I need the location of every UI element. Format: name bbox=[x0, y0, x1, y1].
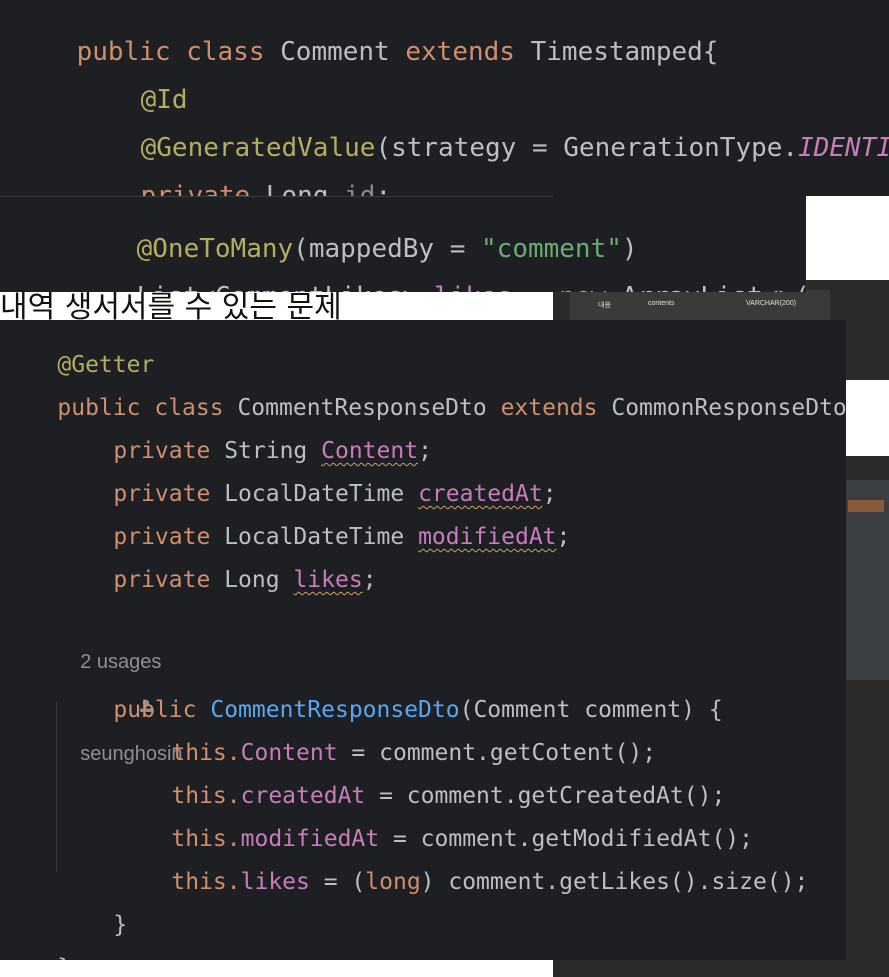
code-text: } bbox=[57, 955, 71, 960]
code-text: (strategy = GenerationType. bbox=[375, 133, 799, 163]
keyword: private bbox=[140, 181, 251, 196]
code-line: private Long id; bbox=[78, 151, 391, 196]
background-panel-strip bbox=[846, 480, 889, 680]
divider bbox=[0, 196, 553, 197]
table-cell: contents bbox=[648, 300, 675, 307]
parent-class: Timestamped{ bbox=[530, 37, 719, 67]
keyword: private bbox=[113, 567, 211, 593]
keyword: extends bbox=[405, 37, 515, 67]
indent-guide bbox=[56, 702, 57, 872]
code-snippet-middle: @OneToMany(mappedBy = "comment") List<Co… bbox=[0, 196, 806, 292]
code-text: ) comment.getLikes().size(); bbox=[420, 869, 809, 895]
field-name: likes bbox=[434, 282, 512, 292]
enum-constant: IDENTITY bbox=[798, 133, 889, 163]
table-cell: 내용 bbox=[598, 302, 611, 309]
background-highlight bbox=[848, 500, 884, 512]
code-text: = bbox=[512, 282, 559, 292]
code-text: ; bbox=[375, 181, 392, 196]
table-cell: VARCHAR(200) bbox=[746, 300, 797, 307]
background-white-area bbox=[846, 380, 889, 456]
code-text: ; bbox=[362, 567, 377, 593]
field-name: modifiedAt bbox=[418, 524, 557, 550]
keyword: new bbox=[559, 282, 606, 292]
code-snippet-top: public class Comment extends Timestamped… bbox=[0, 0, 889, 196]
field-name: id bbox=[344, 181, 376, 196]
code-line: private Long likes; bbox=[58, 541, 377, 619]
code-line: } bbox=[2, 929, 71, 960]
keyword: class bbox=[186, 37, 265, 67]
usages-link[interactable]: 2 usages bbox=[80, 651, 161, 673]
keyword: long bbox=[365, 869, 421, 895]
type-name: Long bbox=[224, 567, 280, 593]
keyword: this. bbox=[171, 869, 241, 895]
background-table-fragment: 내용 contents VARCHAR(200) bbox=[570, 290, 830, 324]
parent-class: CommonResponseDto{ bbox=[611, 395, 846, 421]
code-snippet-main: @Getter public class CommentResponseDto … bbox=[0, 320, 846, 960]
class-name: Comment bbox=[280, 37, 390, 67]
field-name: likes bbox=[240, 869, 310, 895]
code-text: } bbox=[113, 912, 128, 938]
code-line: List<CommentLikes> likes = new ArrayList… bbox=[74, 252, 806, 292]
keyword: extends bbox=[500, 395, 598, 421]
code-text: ArrayList<>(); bbox=[622, 282, 806, 292]
type-name: List<CommentLikes> bbox=[137, 282, 419, 292]
code-line: this.likes = (long) comment.getLikes().s… bbox=[116, 843, 808, 921]
type-name: Long bbox=[265, 181, 329, 196]
code-text: ; bbox=[556, 524, 571, 550]
field-name: likes bbox=[293, 567, 363, 593]
code-text: = ( bbox=[309, 869, 366, 895]
